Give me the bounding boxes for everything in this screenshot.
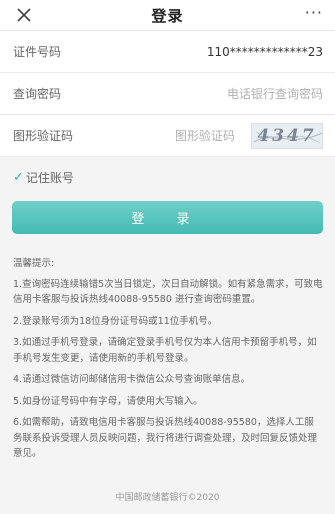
tip-item: 3.如通过手机号登录，请确定登录手机号仅为本人信用卡预留手机号，如手机号发生变更… [13, 337, 317, 364]
password-row[interactable]: 查询密码 电话银行查询密码 [0, 73, 335, 115]
close-icon[interactable] [14, 5, 34, 25]
tip-item: 2.登录账号须为18位身份证号码或11位手机号。 [13, 315, 218, 327]
nav-bar: 登录 ··· [0, 0, 335, 31]
tips-title: 温馨提示: [13, 258, 55, 269]
remember-label: 记住账号 [25, 170, 74, 185]
password-label: 查询密码 [13, 87, 62, 101]
id-number-input[interactable]: 110*************23 [103, 45, 323, 59]
check-icon[interactable]: ✓ [13, 170, 24, 185]
captcha-label: 图形验证码 [13, 129, 74, 143]
footer-copyright: 中国邮政储蓄银行©2020 [115, 493, 220, 503]
captcha-input[interactable]: 图形验证码 [103, 127, 251, 144]
remember-account[interactable]: ✓ 记住账号 [0, 157, 335, 197]
tips-section: 温馨提示: 1.查询密码连续输错5次当日锁定，次日自动解锁。如有紧急需求，可致电… [0, 234, 335, 462]
login-button[interactable]: 登 录 [12, 201, 323, 234]
tip-item: 4.请通过微信访问邮储信用卡微信公众号查询账单信息。 [13, 374, 251, 385]
tip-item: 6.如需帮助，请致电信用卡客服与投诉热线40088-95580，选择人工服务联系… [13, 417, 318, 459]
login-page: 登录 ··· 证件号码 110*************23 查询密码 电话银行… [0, 0, 335, 514]
id-number-label: 证件号码 [13, 45, 62, 59]
tip-item: 1.查询密码连续输错5次当日锁定，次日自动解锁。如有紧急需求，可致电信用卡客服与… [13, 278, 323, 306]
password-input[interactable]: 电话银行查询密码 [103, 85, 323, 102]
id-number-row[interactable]: 证件号码 110*************23 [0, 31, 335, 73]
more-menu-button[interactable]: ··· [305, 3, 323, 22]
tip-item: 5.如身份证号码中有字母，请使用大写输入。 [13, 395, 203, 407]
login-form: 证件号码 110*************23 查询密码 电话银行查询密码 图形… [0, 31, 335, 157]
captcha-image[interactable]: 4347 [251, 122, 323, 149]
captcha-row[interactable]: 图形验证码 图形验证码 4347 [0, 115, 335, 157]
page-title: 登录 [151, 6, 184, 25]
captcha-text: 4347 [257, 125, 317, 146]
